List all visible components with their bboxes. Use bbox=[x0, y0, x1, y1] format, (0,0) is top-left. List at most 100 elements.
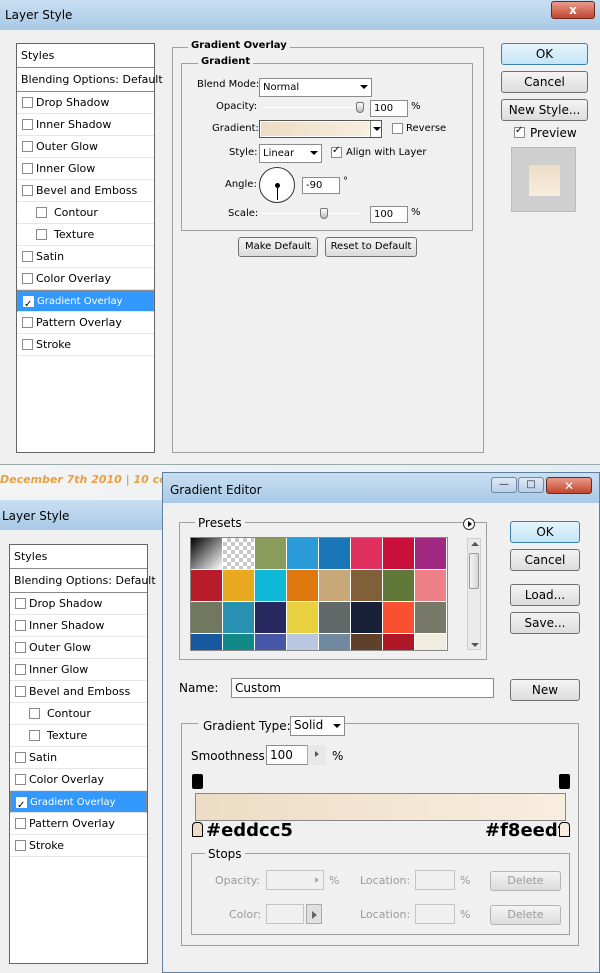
preset-swatch[interactable] bbox=[287, 570, 319, 602]
blending-options[interactable]: Blending Options: Default bbox=[17, 68, 163, 92]
ok-button[interactable]: OK bbox=[510, 521, 580, 543]
style-item[interactable]: Contour bbox=[10, 703, 147, 725]
scroll-up-icon[interactable] bbox=[471, 542, 479, 546]
preset-swatch[interactable] bbox=[351, 538, 383, 570]
align-with-layer-checkbox[interactable] bbox=[331, 145, 342, 158]
save-button[interactable]: Save... bbox=[510, 612, 580, 634]
preset-swatch[interactable] bbox=[415, 538, 447, 570]
close-button[interactable]: x bbox=[551, 1, 595, 19]
angle-input[interactable]: -90 bbox=[302, 177, 340, 194]
scale-slider-track[interactable] bbox=[263, 213, 360, 214]
style-checkbox[interactable] bbox=[22, 317, 33, 328]
presets-menu-button[interactable] bbox=[463, 518, 475, 530]
preset-swatch[interactable] bbox=[223, 634, 255, 650]
style-checkbox[interactable] bbox=[15, 642, 26, 653]
style-checkbox[interactable] bbox=[15, 664, 26, 675]
style-checkbox[interactable] bbox=[22, 273, 33, 284]
style-item[interactable]: Drop Shadow bbox=[17, 92, 154, 114]
preset-swatch[interactable] bbox=[415, 634, 447, 650]
style-select[interactable]: Linear bbox=[259, 144, 322, 163]
stop-color-location-input[interactable] bbox=[415, 904, 455, 924]
new-button[interactable]: New bbox=[510, 679, 580, 701]
style-item[interactable]: Inner Glow bbox=[17, 158, 154, 180]
close-button[interactable]: ✕ bbox=[546, 477, 592, 494]
style-item[interactable]: Stroke bbox=[17, 334, 154, 356]
style-checkbox[interactable] bbox=[16, 795, 27, 817]
stop-opacity-input[interactable] bbox=[266, 870, 324, 890]
smoothness-input[interactable]: 100 bbox=[266, 745, 326, 765]
gradient-bar[interactable] bbox=[195, 793, 566, 821]
ok-button[interactable]: OK bbox=[501, 43, 588, 65]
style-checkbox[interactable] bbox=[22, 119, 33, 130]
opacity-slider-thumb[interactable] bbox=[356, 102, 364, 113]
gradient-type-select[interactable]: Solid bbox=[290, 716, 345, 736]
opacity-delete-button[interactable]: Delete bbox=[490, 871, 561, 891]
style-checkbox[interactable] bbox=[15, 840, 26, 851]
load-button[interactable]: Load... bbox=[510, 584, 580, 606]
style-checkbox[interactable] bbox=[29, 708, 40, 719]
opacity-stop-right[interactable] bbox=[559, 774, 570, 789]
style-checkbox[interactable] bbox=[36, 207, 47, 218]
style-checkbox[interactable] bbox=[22, 185, 33, 196]
style-checkbox[interactable] bbox=[22, 141, 33, 152]
preset-swatch[interactable] bbox=[287, 602, 319, 634]
preset-swatch[interactable] bbox=[223, 602, 255, 634]
style-checkbox[interactable] bbox=[29, 730, 40, 741]
style-item[interactable]: Color Overlay bbox=[17, 268, 154, 290]
preset-swatch[interactable] bbox=[319, 634, 351, 650]
style-checkbox[interactable] bbox=[23, 294, 34, 316]
preset-swatch[interactable] bbox=[383, 538, 415, 570]
stop-opacity-location-input[interactable] bbox=[415, 870, 455, 890]
color-stop-right[interactable] bbox=[559, 822, 570, 837]
color-delete-button[interactable]: Delete bbox=[490, 905, 561, 925]
preset-swatch[interactable] bbox=[255, 634, 287, 650]
preset-swatch[interactable] bbox=[319, 538, 351, 570]
preset-swatch[interactable] bbox=[287, 634, 319, 650]
style-checkbox[interactable] bbox=[22, 339, 33, 350]
new-style-button[interactable]: New Style... bbox=[501, 99, 588, 121]
style-item[interactable]: Outer Glow bbox=[17, 136, 154, 158]
cancel-button[interactable]: Cancel bbox=[501, 71, 588, 93]
name-input[interactable]: Custom bbox=[231, 678, 494, 698]
style-item[interactable]: Bevel and Emboss bbox=[17, 180, 154, 202]
stop-color-menu[interactable] bbox=[306, 904, 322, 924]
preset-swatch[interactable] bbox=[351, 602, 383, 634]
style-item[interactable]: Contour bbox=[17, 202, 154, 224]
make-default-button[interactable]: Make Default bbox=[238, 237, 318, 257]
preset-swatch[interactable] bbox=[191, 538, 223, 570]
preset-swatch[interactable] bbox=[383, 634, 415, 650]
style-checkbox[interactable] bbox=[15, 752, 26, 763]
blending-options[interactable]: Blending Options: Default bbox=[10, 569, 156, 593]
style-item[interactable]: Outer Glow bbox=[10, 637, 147, 659]
style-item[interactable]: Pattern Overlay bbox=[17, 312, 154, 334]
preset-swatch[interactable] bbox=[191, 634, 223, 650]
style-item[interactable]: Satin bbox=[17, 246, 154, 268]
minimize-button[interactable]: — bbox=[491, 477, 517, 493]
style-item[interactable]: Satin bbox=[10, 747, 147, 769]
styles-header[interactable]: Styles bbox=[10, 545, 147, 569]
gradient-dropdown[interactable] bbox=[370, 121, 382, 137]
style-item[interactable]: Texture bbox=[17, 224, 154, 246]
reset-to-default-button[interactable]: Reset to Default bbox=[325, 237, 417, 257]
style-item[interactable]: Texture bbox=[10, 725, 147, 747]
scale-input[interactable]: 100 bbox=[370, 206, 408, 223]
preset-swatch[interactable] bbox=[319, 570, 351, 602]
blend-mode-select[interactable]: Normal bbox=[259, 78, 372, 97]
style-checkbox[interactable] bbox=[15, 774, 26, 785]
style-item[interactable]: Bevel and Emboss bbox=[10, 681, 147, 703]
preset-swatch[interactable] bbox=[223, 538, 255, 570]
style-checkbox[interactable] bbox=[22, 251, 33, 262]
preset-swatch[interactable] bbox=[255, 602, 287, 634]
preset-swatch[interactable] bbox=[351, 634, 383, 650]
preset-swatch[interactable] bbox=[383, 602, 415, 634]
scale-slider-thumb[interactable] bbox=[320, 208, 328, 219]
opacity-stop-left[interactable] bbox=[192, 774, 203, 789]
preset-swatch[interactable] bbox=[415, 570, 447, 602]
cancel-button[interactable]: Cancel bbox=[510, 549, 580, 571]
preview-checkbox[interactable] bbox=[514, 125, 525, 138]
preset-swatch[interactable] bbox=[319, 602, 351, 634]
gradient-picker[interactable] bbox=[259, 120, 382, 138]
preset-swatch[interactable] bbox=[415, 602, 447, 634]
style-checkbox[interactable] bbox=[36, 229, 47, 240]
style-item[interactable]: Inner Glow bbox=[10, 659, 147, 681]
